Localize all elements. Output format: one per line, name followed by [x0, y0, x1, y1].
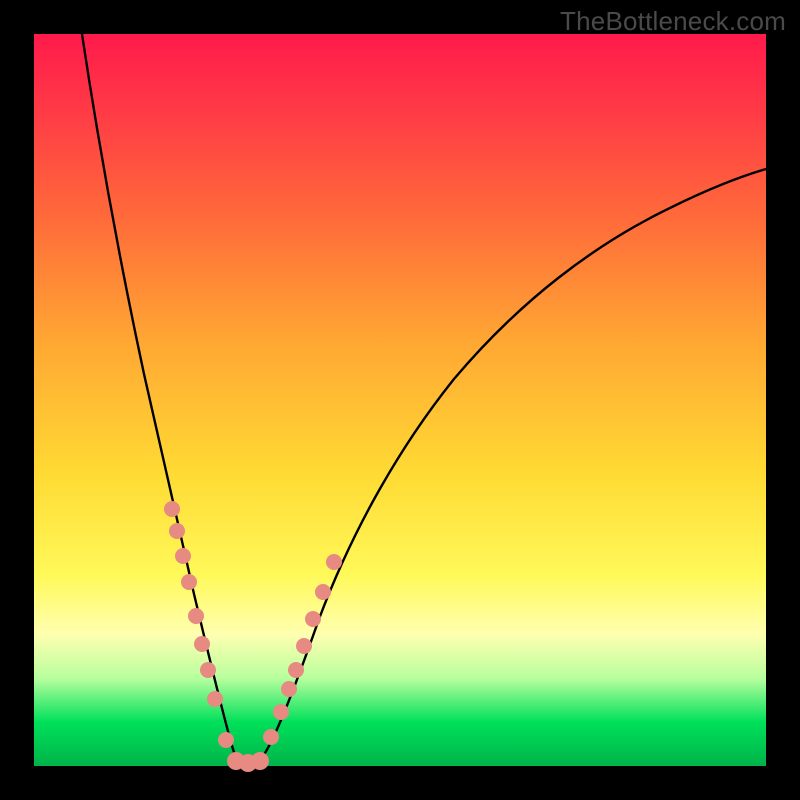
bead-left [207, 691, 223, 707]
bead-left [200, 662, 216, 678]
curve-right-branch [256, 169, 766, 765]
bead-right [315, 584, 331, 600]
curve-layer [34, 34, 766, 766]
bead-left [175, 548, 191, 564]
chart-frame: TheBottleneck.com [0, 0, 800, 800]
bead-right [296, 638, 312, 654]
bead-right [281, 681, 297, 697]
bead-left [169, 523, 185, 539]
bead-right [288, 662, 304, 678]
bead-left [164, 501, 180, 517]
bead-left [188, 608, 204, 624]
bead-right [263, 729, 279, 745]
bead-left [218, 732, 234, 748]
bead-right [273, 704, 289, 720]
bead-left [181, 574, 197, 590]
bead-bottom [251, 752, 269, 770]
bead-left [194, 636, 210, 652]
plot-area [34, 34, 766, 766]
bead-right [326, 554, 342, 570]
bead-right [305, 611, 321, 627]
curve-left-branch [82, 34, 241, 765]
watermark-text: TheBottleneck.com [560, 6, 786, 37]
